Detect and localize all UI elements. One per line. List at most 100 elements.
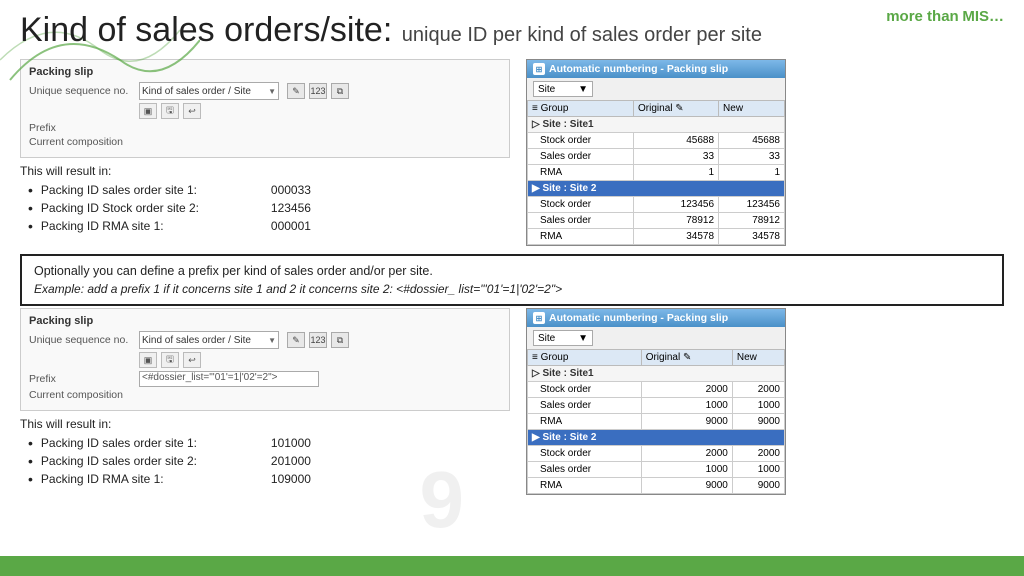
row-original: 2000 [641,382,732,398]
col-original-2: Original ✎ [641,350,732,366]
row-original: 9000 [641,414,732,430]
list-item: Packing ID RMA site 1: 000001 [28,218,510,234]
row-original: 2000 [641,446,732,462]
ps-prefix-label-2: Prefix [29,373,139,385]
site-arrow-2: ▼ [578,333,588,344]
table-row: Stock order 123456 123456 [528,197,785,213]
row-new: 1000 [732,398,784,414]
ps-composition-row: Current composition [29,136,501,148]
table-row: RMA 1 1 [528,165,785,181]
ps-kind-select[interactable]: Kind of sales order / Site ▼ [139,82,279,100]
row-new: 34578 [719,229,785,245]
copy-icon-btn-2[interactable]: ⧉ [331,332,349,348]
table-row: Sales order 78912 78912 [528,213,785,229]
main-content: Packing slip Unique sequence no. Kind of… [0,53,1024,252]
auto-num-window-2: ⊞ Automatic numbering - Packing slip Sit… [526,308,786,495]
row-name: Stock order [528,197,634,213]
title-sub: unique ID per kind of sales order per si… [402,24,762,46]
row-original: 1000 [641,398,732,414]
tool-btn-2-3[interactable]: ↩ [183,352,201,368]
row-name: Sales order [528,149,634,165]
item-label: Packing ID RMA site 1: [41,219,271,233]
tool-btn-2[interactable]: 🖫 [161,103,179,119]
ps-seq-label-2: Unique sequence no. [29,334,139,346]
col-new-2: New [732,350,784,366]
page-title: Kind of sales orders/site: unique ID per… [20,12,1004,49]
an-table-2: ≡ Group Original ✎ New ▷ Site : Site1 St… [527,349,785,494]
tool-btn-3[interactable]: ↩ [183,103,201,119]
site2-label-2: ▶ Site : Site 2 [528,430,785,446]
win-title-bar-1: ⊞ Automatic numbering - Packing slip [527,60,785,78]
win-app-icon-2: ⊞ [533,312,545,324]
ps-prefix-row-2: Prefix <#dossier_list="'01'=1|'02'=2"> [29,371,501,387]
row-name: Sales order [528,213,634,229]
edit-icon-btn-2[interactable]: ✎ [287,332,305,348]
ps-kind-select-2[interactable]: Kind of sales order / Site ▼ [139,331,279,349]
row-name: RMA [528,165,634,181]
row-name: RMA [528,478,642,494]
item-label: Packing ID sales order site 2: [41,454,271,468]
brand-tagline: more than [886,8,959,25]
item-value: 101000 [271,436,311,450]
item-value: 000033 [271,183,311,197]
ps-seq-row-2: Unique sequence no. Kind of sales order … [29,331,501,349]
result-intro-1: This will result in: [20,164,510,178]
bottom-right-col: ⊞ Automatic numbering - Packing slip Sit… [526,308,1004,495]
auto-num-window-1: ⊞ Automatic numbering - Packing slip Sit… [526,59,786,246]
highlight-box: Optionally you can define a prefix per k… [20,254,1004,306]
row-new: 78912 [719,213,785,229]
tool-btn-1[interactable]: ▣ [139,103,157,119]
item-label: Packing ID Stock order site 2: [41,201,271,215]
page-header: more than MIS… Kind of sales orders/site… [0,0,1024,53]
edit-icon-btn[interactable]: ✎ [287,83,305,99]
left-column-top: Packing slip Unique sequence no. Kind of… [20,59,510,246]
col-group: ≡ Group [528,101,634,117]
row-new: 1 [719,165,785,181]
ps-action-icons: ✎ 123 ⧉ [287,83,349,99]
tool-btn-2-2[interactable]: 🖫 [161,352,179,368]
num-icon-btn[interactable]: 123 [309,83,327,99]
table-row: Stock order 45688 45688 [528,133,785,149]
col-new: New [719,101,785,117]
ps-title-1: Packing slip [29,66,501,78]
ps-composition-label: Current composition [29,136,139,148]
page-number-deco: 9 [420,454,465,546]
tool-btn-2-1[interactable]: ▣ [139,352,157,368]
table-row: Sales order 1000 1000 [528,398,785,414]
table-row: RMA 9000 9000 [528,414,785,430]
row-new: 2000 [732,446,784,462]
table-header-row-2: ≡ Group Original ✎ New [528,350,785,366]
table-row: Stock order 2000 2000 [528,382,785,398]
site2-header: ▶ Site : Site 2 [528,181,785,197]
site-toolbar-1: Site ▼ [527,78,785,100]
item-value: 109000 [271,472,311,486]
row-new: 9000 [732,478,784,494]
site2-label: ▶ Site : Site 2 [528,181,785,197]
branding: more than MIS… [886,8,1004,25]
site1-header: ▷ Site : Site1 [528,117,785,133]
row-original: 9000 [641,478,732,494]
ps-tool-row: ▣ 🖫 ↩ [139,103,501,119]
num-icon-btn-2[interactable]: 123 [309,332,327,348]
row-name: Stock order [528,133,634,149]
ps-prefix-input-2[interactable]: <#dossier_list="'01'=1|'02'=2"> [139,371,319,387]
copy-icon-btn[interactable]: ⧉ [331,83,349,99]
win-title-bar-2: ⊞ Automatic numbering - Packing slip [527,309,785,327]
item-value: 123456 [271,201,311,215]
ps-seq-row: Unique sequence no. Kind of sales order … [29,82,501,100]
item-label: Packing ID RMA site 1: [41,472,271,486]
an-table-1: ≡ Group Original ✎ New ▷ Site : Site1 St… [527,100,785,245]
site1-header-2: ▷ Site : Site1 [528,366,785,382]
site-select-1[interactable]: Site ▼ [533,81,593,97]
ps-title-2: Packing slip [29,315,501,327]
row-name: Sales order [528,462,642,478]
row-name: Sales order [528,398,642,414]
list-item: Packing ID sales order site 1: 000033 [28,182,510,198]
win-title-1: Automatic numbering - Packing slip [549,63,728,75]
site-select-2[interactable]: Site ▼ [533,330,593,346]
ps-tool-row-2: ▣ 🖫 ↩ [139,352,501,368]
bottom-section: Packing slip Unique sequence no. Kind of… [0,308,1024,495]
col-group-2: ≡ Group [528,350,642,366]
table-row: RMA 9000 9000 [528,478,785,494]
win-app-icon: ⊞ [533,63,545,75]
